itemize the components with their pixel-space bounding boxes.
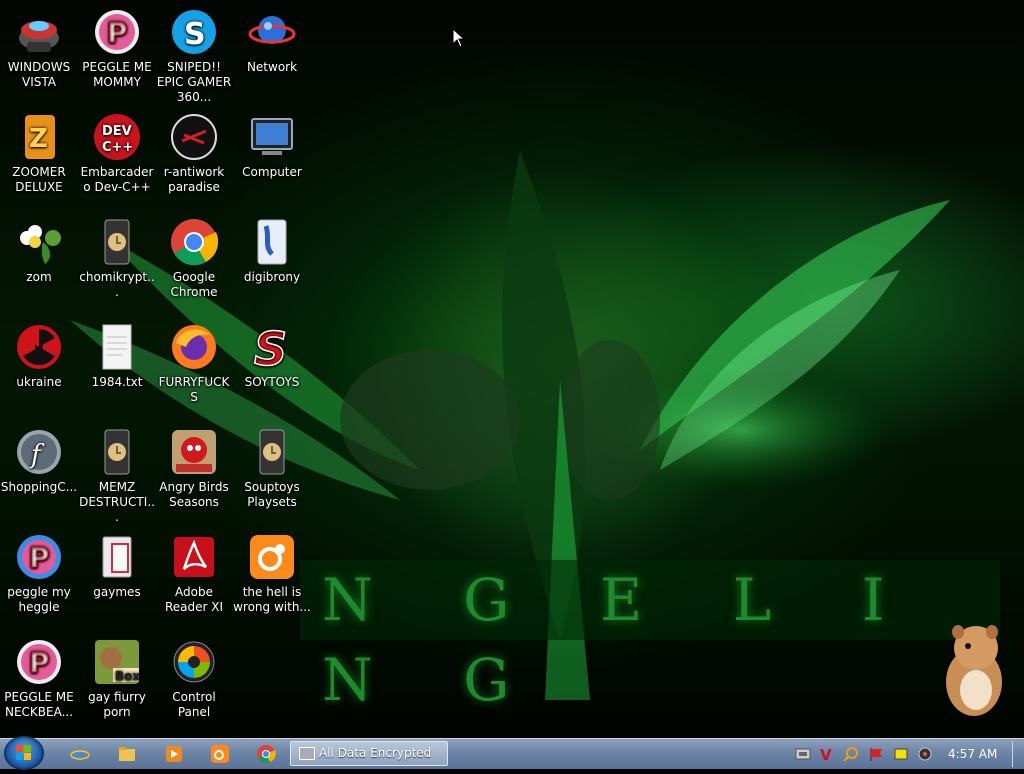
- chrome-quicklaunch-icon[interactable]: [256, 744, 276, 764]
- soytoys-icon: S: [248, 321, 296, 377]
- taskbar-window-button[interactable]: All Data Encrypted: [290, 741, 448, 766]
- svg-text:V: V: [820, 746, 832, 762]
- desktop-icon-zoomer-deluxe[interactable]: Z ZOOMER DELUXE: [0, 113, 78, 195]
- hamster-pet[interactable]: [940, 620, 1006, 720]
- svg-text:C++: C++: [102, 140, 133, 155]
- mouse-cursor: [452, 27, 466, 52]
- internet-explorer-quicklaunch-icon[interactable]: e: [70, 744, 90, 764]
- vista-bowl-icon: [15, 8, 63, 56]
- desktop-icon-dev-cpp[interactable]: DEV C++ Embarcadero Dev-C++: [78, 113, 156, 195]
- desktop-icon-sniped[interactable]: S SNIPED!! EPIC GAMER 360...: [155, 8, 233, 105]
- flash-icon: f: [15, 428, 63, 476]
- zoomer-icon: Z: [15, 113, 63, 161]
- desktop-icon-gaymes[interactable]: gaymes: [78, 533, 156, 600]
- tray-antivirus-icon[interactable]: V: [818, 746, 834, 764]
- peggle-icon: P: [93, 8, 141, 56]
- svg-text:S: S: [184, 17, 206, 52]
- start-button[interactable]: [4, 736, 44, 770]
- digibrony-icon: [248, 218, 296, 266]
- desktop[interactable]: N G E L I N G WINDOWS VISTA P PEGGLE ME …: [0, 0, 1024, 738]
- desktop-icon-peggle-my-heggle[interactable]: P peggle my heggle: [0, 533, 78, 615]
- desktop-icon-adobe-reader[interactable]: Adobe Reader XI: [155, 533, 233, 615]
- desktop-icon-angry-birds[interactable]: Angry Birds Seasons: [155, 428, 233, 510]
- radiation-icon: [15, 323, 63, 371]
- desktop-icon-peggle-me-neckbea[interactable]: P PEGGLE ME NECKBEA...: [0, 638, 78, 720]
- media-player-quicklaunch-icon[interactable]: [164, 744, 184, 764]
- desktop-icon-zom[interactable]: zom: [0, 218, 78, 285]
- window-icon: [299, 747, 315, 760]
- tray-flag-icon[interactable]: [868, 746, 884, 762]
- svg-text:Box: Box: [115, 669, 140, 683]
- desktop-icon-ukraine[interactable]: ukraine: [0, 323, 78, 390]
- desktop-icon-souptoys[interactable]: Souptoys Playsets: [233, 428, 311, 510]
- devcpp-icon: DEV C++: [93, 113, 141, 161]
- svg-text:Z: Z: [29, 124, 48, 154]
- tray-notification-icon[interactable]: [893, 746, 909, 762]
- desktop-icon-shoppingc[interactable]: f ShoppingC...: [0, 428, 78, 495]
- svg-text:P: P: [29, 541, 50, 574]
- desktop-icon-control-panel[interactable]: Control Panel: [155, 638, 233, 720]
- adobe-reader-icon: [170, 533, 218, 581]
- svg-text:DEV: DEV: [102, 124, 132, 139]
- desktop-icon-1984-txt[interactable]: 1984.txt: [78, 323, 156, 390]
- taskbar-window-title: All Data Encrypted: [319, 746, 432, 760]
- desktop-icon-soytoys[interactable]: S SOYTOYS: [233, 321, 311, 390]
- wallpaper-text: N G E L I N G: [300, 560, 1000, 714]
- svg-text:P: P: [29, 646, 50, 679]
- firefox-icon: [170, 323, 218, 371]
- computer-icon: [248, 113, 296, 161]
- angry-birds-icon: [170, 428, 218, 476]
- file-lock-icon: [248, 428, 296, 476]
- antiwork-icon: [170, 113, 218, 161]
- skype-icon: S: [170, 8, 218, 56]
- control-panel-icon: [170, 638, 218, 686]
- desktop-icon-uc-browser[interactable]: the hell is wrong with...: [233, 533, 311, 615]
- desktop-icon-firefox[interactable]: FURRYFUCKS: [155, 323, 233, 405]
- chrome-icon: [170, 218, 219, 266]
- explorer-folder-quicklaunch-icon[interactable]: [117, 744, 137, 764]
- tray-network-icon[interactable]: [795, 746, 811, 762]
- folder-icon: [93, 533, 141, 581]
- desktop-icon-peggle-me-mommy[interactable]: P PEGGLE ME MOMMY: [78, 8, 156, 90]
- svg-text:P: P: [107, 16, 128, 49]
- peggle-icon: P: [15, 638, 63, 686]
- tray-search-icon[interactable]: [843, 746, 859, 762]
- network-globe-icon: [248, 8, 296, 56]
- taskbar-clock[interactable]: 4:57 AM: [948, 747, 997, 761]
- desktop-icon-windows-vista[interactable]: WINDOWS VISTA: [0, 8, 78, 90]
- box-icon: Box: [93, 638, 141, 686]
- file-lock-icon: [93, 428, 141, 476]
- uc-browser-quicklaunch-icon[interactable]: [210, 744, 230, 764]
- desktop-icon-google-chrome[interactable]: Google Chrome: [155, 218, 233, 300]
- tray-volume-icon[interactable]: [917, 746, 933, 762]
- peggle-icon: P: [15, 533, 63, 581]
- show-desktop-button[interactable]: [1012, 741, 1023, 767]
- taskbar: e All Data Encrypted V 4:57 AM: [0, 736, 1024, 770]
- desktop-icon-antiwork[interactable]: r-antiwork paradise: [155, 113, 233, 195]
- desktop-icon-computer[interactable]: Computer: [233, 113, 311, 180]
- desktop-icon-digibrony[interactable]: digibrony: [233, 218, 311, 285]
- svg-text:e: e: [73, 745, 84, 764]
- file-lock-icon: [93, 218, 141, 266]
- desktop-icon-network[interactable]: Network: [233, 8, 311, 75]
- uc-browser-icon: [248, 533, 296, 581]
- desktop-icon-chomikrypt[interactable]: chomikrypt...: [78, 218, 156, 300]
- windows-logo-icon: [16, 745, 31, 760]
- svg-text:S: S: [254, 323, 287, 371]
- desktop-icon-box[interactable]: Box gay fiurry porn: [78, 638, 156, 720]
- flower-icon: [15, 218, 63, 266]
- text-file-icon: [93, 323, 141, 371]
- desktop-icon-memz[interactable]: MEMZ DESTRUCTI...: [78, 428, 156, 525]
